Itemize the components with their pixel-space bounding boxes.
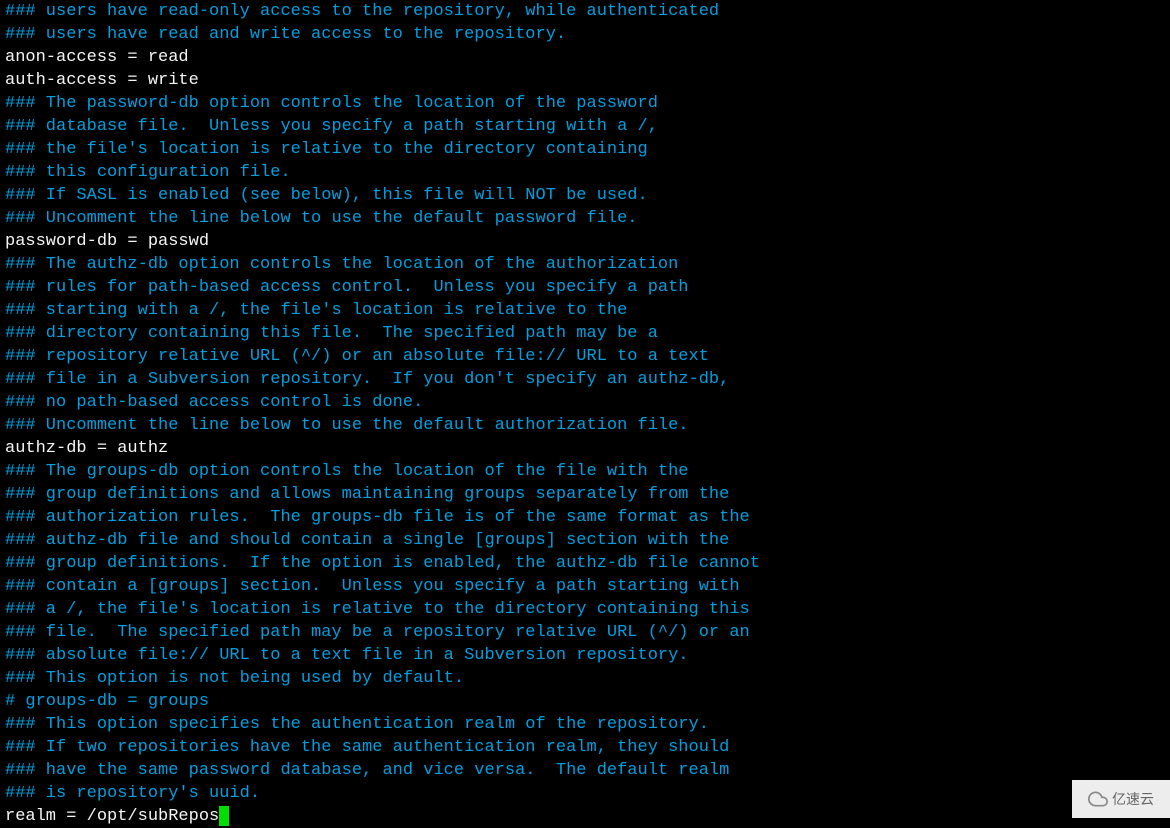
cloud-icon <box>1088 789 1108 809</box>
watermark-text: 亿速云 <box>1112 788 1154 811</box>
config-comment-line: ### have the same password database, and… <box>5 759 1165 782</box>
config-comment-line: ### authorization rules. The groups-db f… <box>5 506 1165 529</box>
config-comment-line: ### This option specifies the authentica… <box>5 713 1165 736</box>
config-comment-line: ### The groups-db option controls the lo… <box>5 460 1165 483</box>
config-comment-line: ### repository relative URL (^/) or an a… <box>5 345 1165 368</box>
config-comment-line: ### this configuration file. <box>5 161 1165 184</box>
config-comment-line: ### rules for path-based access control.… <box>5 276 1165 299</box>
config-comment-line: ### This option is not being used by def… <box>5 667 1165 690</box>
config-comment-line: ### a /, the file's location is relative… <box>5 598 1165 621</box>
config-value-line: auth-access = write <box>5 69 1165 92</box>
config-comment-line: ### the file's location is relative to t… <box>5 138 1165 161</box>
config-value-line: anon-access = read <box>5 46 1165 69</box>
config-comment-line: ### is repository's uuid. <box>5 782 1165 805</box>
config-value-line: authz-db = authz <box>5 437 1165 460</box>
config-value-line: realm = /opt/subRepos <box>5 805 1165 828</box>
watermark-badge: 亿速云 <box>1072 780 1170 818</box>
config-comment-line: ### directory containing this file. The … <box>5 322 1165 345</box>
config-comment-line: ### contain a [groups] section. Unless y… <box>5 575 1165 598</box>
config-comment-line: ### starting with a /, the file's locati… <box>5 299 1165 322</box>
config-comment-line: ### absolute file:// URL to a text file … <box>5 644 1165 667</box>
config-comment-line: ### The password-db option controls the … <box>5 92 1165 115</box>
config-comment-line: ### file. The specified path may be a re… <box>5 621 1165 644</box>
config-comment-line: ### users have read and write access to … <box>5 23 1165 46</box>
config-comment-line: ### database file. Unless you specify a … <box>5 115 1165 138</box>
config-comment-line: ### Uncomment the line below to use the … <box>5 207 1165 230</box>
config-comment-line: ### The authz-db option controls the loc… <box>5 253 1165 276</box>
config-comment-line: ### If two repositories have the same au… <box>5 736 1165 759</box>
config-comment-line: ### group definitions. If the option is … <box>5 552 1165 575</box>
config-comment-line: ### group definitions and allows maintai… <box>5 483 1165 506</box>
config-comment-line: ### file in a Subversion repository. If … <box>5 368 1165 391</box>
terminal-editor[interactable]: ### users have read-only access to the r… <box>0 0 1170 828</box>
terminal-cursor <box>219 806 229 826</box>
config-comment-line: ### Uncomment the line below to use the … <box>5 414 1165 437</box>
config-value-line: password-db = passwd <box>5 230 1165 253</box>
config-comment-line: ### authz-db file and should contain a s… <box>5 529 1165 552</box>
config-comment-line: ### no path-based access control is done… <box>5 391 1165 414</box>
config-comment-line: # groups-db = groups <box>5 690 1165 713</box>
config-comment-line: ### users have read-only access to the r… <box>5 0 1165 23</box>
config-comment-line: ### If SASL is enabled (see below), this… <box>5 184 1165 207</box>
